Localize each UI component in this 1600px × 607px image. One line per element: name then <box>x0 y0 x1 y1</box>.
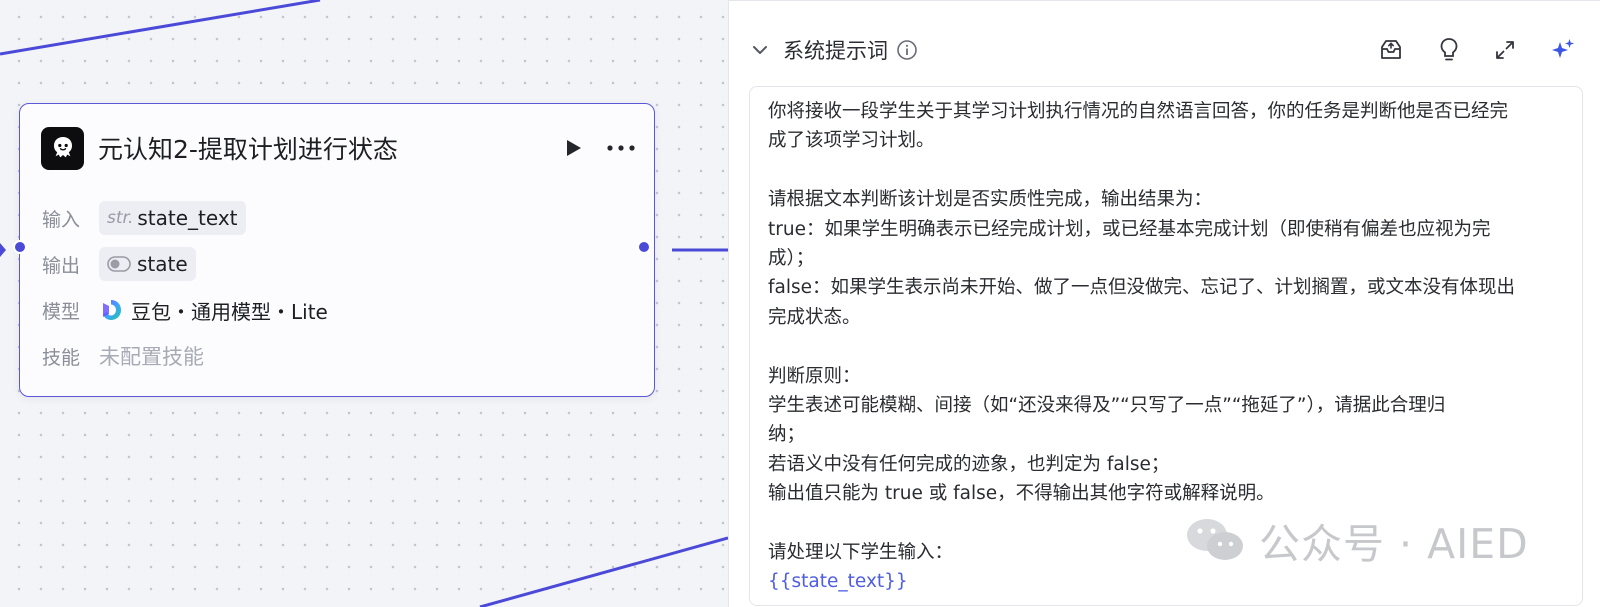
output-row: 输出 state <box>42 246 634 282</box>
sparkle-icon <box>1552 39 1574 58</box>
prompt-tips-button[interactable] <box>1438 37 1460 63</box>
prompt-line: 成）； <box>768 247 815 269</box>
input-variable-chip[interactable]: str. state_text <box>99 201 246 235</box>
prompt-line: 请根据文本判断该计划是否实质性完成，输出结果为： <box>768 189 1213 211</box>
skill-empty-text: 未配置技能 <box>99 345 204 369</box>
prompt-line: 纳； <box>768 424 806 446</box>
skill-row: 技能 未配置技能 <box>42 338 634 374</box>
output-label: 输出 <box>42 254 81 277</box>
play-icon <box>567 140 581 156</box>
input-label: 输入 <box>42 208 81 231</box>
string-type-icon: str. <box>107 208 134 228</box>
watermark-text: 公众号 · AIED <box>1259 520 1529 568</box>
llm-node-card[interactable]: 元认知2-提取计划进行状态 输入 str. state_text 输出 stat… <box>19 103 655 397</box>
wechat-watermark: 公众号 · AIED <box>1185 510 1529 570</box>
boolean-toggle-icon <box>107 256 131 272</box>
collapse-button[interactable] <box>751 41 769 59</box>
run-node-button[interactable] <box>562 137 584 159</box>
doubao-model-icon <box>103 300 121 320</box>
info-icon[interactable] <box>896 39 918 61</box>
model-row: 模型 豆包・通用模型・Lite <box>42 292 634 328</box>
prompt-library-button[interactable] <box>1378 38 1404 62</box>
prompt-line: 学生表述可能模糊、间接（如“还没来得及”“只写了一点”“拖延了”），请据此合理归 <box>768 394 1446 416</box>
panel-header: 系统提示词 <box>751 33 1582 67</box>
llm-node-icon <box>41 126 84 170</box>
prompt-line: 完成状态。 <box>768 306 861 328</box>
output-port[interactable] <box>637 240 651 254</box>
prompt-line: 你将接收一段学生关于其学习计划执行情况的自然语言回答，你的任务是判断他是否已经完 <box>768 101 1509 122</box>
ai-optimize-button[interactable] <box>1550 37 1576 63</box>
workflow-canvas[interactable]: 元认知2-提取计划进行状态 输入 str. state_text 输出 stat… <box>0 0 728 607</box>
incoming-edge-bottom <box>479 536 728 607</box>
node-fields: 输入 str. state_text 输出 state 模型 豆包・通用模型・L… <box>42 200 634 384</box>
inbox-icon <box>1381 40 1401 59</box>
skill-label: 技能 <box>42 346 81 369</box>
more-icon <box>607 145 635 151</box>
edge-arrow-left <box>0 243 6 257</box>
prompt-line: 判断原则： <box>768 365 861 387</box>
input-port[interactable] <box>13 240 27 254</box>
chevron-down-icon <box>753 46 767 54</box>
incoming-edge-top <box>0 0 321 56</box>
expand-button[interactable] <box>1494 39 1516 61</box>
prompt-line: 若语义中没有任何完成的迹象，也判定为 false； <box>768 453 1170 475</box>
wechat-icon <box>1187 519 1243 560</box>
lightbulb-icon <box>1440 38 1458 61</box>
prompt-variable: {{state_text}} <box>768 571 908 593</box>
input-row: 输入 str. state_text <box>42 200 634 236</box>
prompt-line <box>768 156 1564 185</box>
prompt-line: 输出值只能为 true 或 false，不得输出其他字符或解释说明。 <box>768 483 1275 505</box>
node-title: 元认知2-提取计划进行状态 <box>98 135 398 164</box>
panel-title: 系统提示词 <box>783 39 888 63</box>
output-variable-name: state <box>137 252 188 276</box>
prompt-line <box>768 332 1564 361</box>
output-variable-chip[interactable]: state <box>99 247 196 281</box>
node-header: 元认知2-提取计划进行状态 <box>41 126 636 170</box>
model-name[interactable]: 豆包・通用模型・Lite <box>131 296 328 325</box>
prompt-line: false：如果学生表示尚未开始、做了一点但没做完、忘记了、计划搁置，或文本没有… <box>768 277 1516 299</box>
prompt-line: 成了该项学习计划。 <box>768 130 935 152</box>
model-label: 模型 <box>42 300 81 323</box>
input-variable-name: state_text <box>137 206 238 230</box>
prompt-line: true：如果学生明确表示已经完成计划，或已经基本完成计划（即使稍有偏差也应视为… <box>768 218 1491 240</box>
more-options-button[interactable] <box>606 144 636 152</box>
expand-icon <box>1496 41 1514 59</box>
